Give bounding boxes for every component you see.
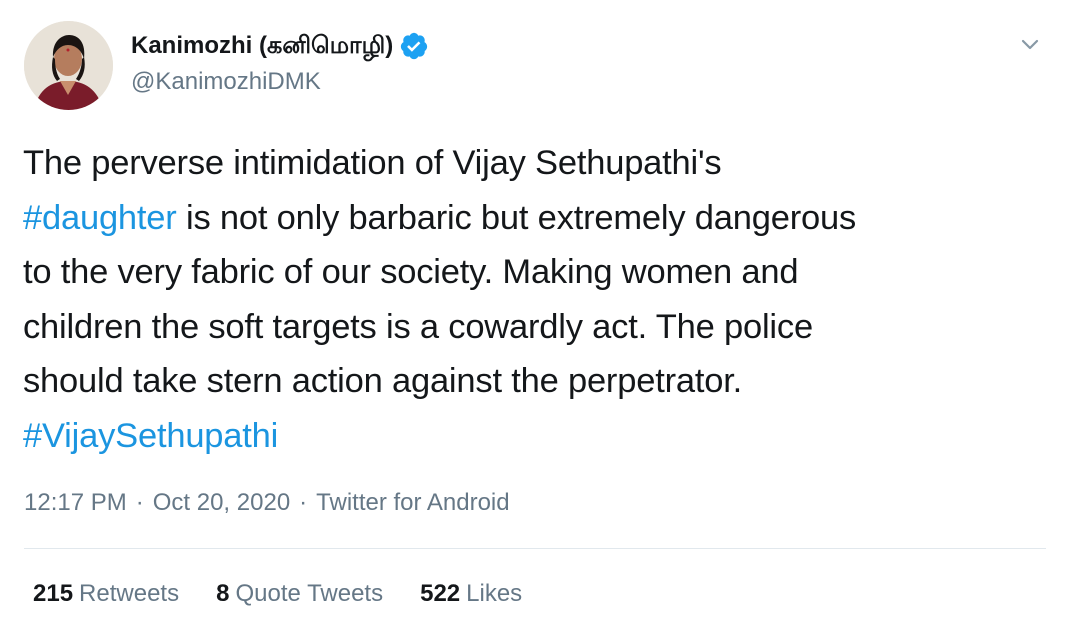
retweets-count: 215 bbox=[33, 580, 74, 607]
meta-separator: · bbox=[135, 489, 144, 516]
tweet-text-segment: is not only barbaric but extremely dange… bbox=[176, 198, 857, 237]
tweet-text-line: The perverse intimidation of Vijay Sethu… bbox=[23, 136, 1053, 191]
verified-badge-icon bbox=[401, 32, 428, 60]
tweet-text-segment: to the very fabric of our society. Makin… bbox=[23, 253, 799, 292]
divider bbox=[24, 548, 1046, 549]
author-name-row[interactable]: Kanimozhi (கனிமொழி) bbox=[131, 30, 429, 62]
avatar[interactable] bbox=[24, 21, 113, 110]
tweet-time[interactable]: 12:17 PM bbox=[24, 489, 127, 516]
tweet-text-line: should take stern action against the per… bbox=[23, 354, 1053, 409]
meta-separator: · bbox=[299, 489, 308, 516]
tweet-text: The perverse intimidation of Vijay Sethu… bbox=[23, 136, 1053, 464]
tweet-text-segment: should take stern action against the per… bbox=[23, 362, 742, 401]
tweet-stats: 215 Retweets 8 Quote Tweets 522 Likes bbox=[33, 577, 559, 611]
author-handle[interactable]: @KanimozhiDMK bbox=[131, 66, 321, 98]
likes-label: Likes bbox=[466, 580, 523, 607]
retweets-stat[interactable]: 215 Retweets bbox=[33, 577, 179, 611]
tweet-text-segment: children the soft targets is a cowardly … bbox=[23, 307, 813, 346]
tweet-meta: 12:17 PM · Oct 20, 2020 · Twitter for Androi… bbox=[24, 486, 510, 520]
quote-tweets-count: 8 bbox=[216, 580, 230, 607]
hashtag-link[interactable]: #daughter bbox=[23, 199, 177, 237]
chevron-down-icon[interactable] bbox=[1015, 30, 1045, 60]
profile-photo-icon bbox=[24, 21, 113, 110]
tweet-source[interactable]: Twitter for Android bbox=[316, 489, 509, 516]
tweet-text-line: children the soft targets is a cowardly … bbox=[23, 300, 1053, 355]
tweet-card: Kanimozhi (கனிமொழி) @KanimozhiDMK The pe… bbox=[0, 0, 1076, 638]
likes-count: 522 bbox=[420, 580, 461, 607]
author-display-name[interactable]: Kanimozhi (கனிமொழி) bbox=[131, 30, 393, 62]
tweet-text-line: #daughter is not only barbaric but extre… bbox=[23, 191, 1053, 246]
tweet-text-line: #VijaySethupathi bbox=[23, 409, 1053, 464]
tweet-text-segment: The perverse intimidation of Vijay Sethu… bbox=[23, 144, 722, 182]
quote-tweets-label: Quote Tweets bbox=[235, 580, 384, 607]
tweet-date[interactable]: Oct 20, 2020 bbox=[153, 489, 290, 516]
retweets-label: Retweets bbox=[79, 580, 180, 607]
tweet-text-line: to the very fabric of our society. Makin… bbox=[23, 245, 1053, 300]
likes-stat[interactable]: 522 Likes bbox=[420, 577, 522, 611]
hashtag-link[interactable]: #VijaySethupathi bbox=[23, 417, 278, 455]
quote-tweets-stat[interactable]: 8 Quote Tweets bbox=[216, 577, 383, 611]
